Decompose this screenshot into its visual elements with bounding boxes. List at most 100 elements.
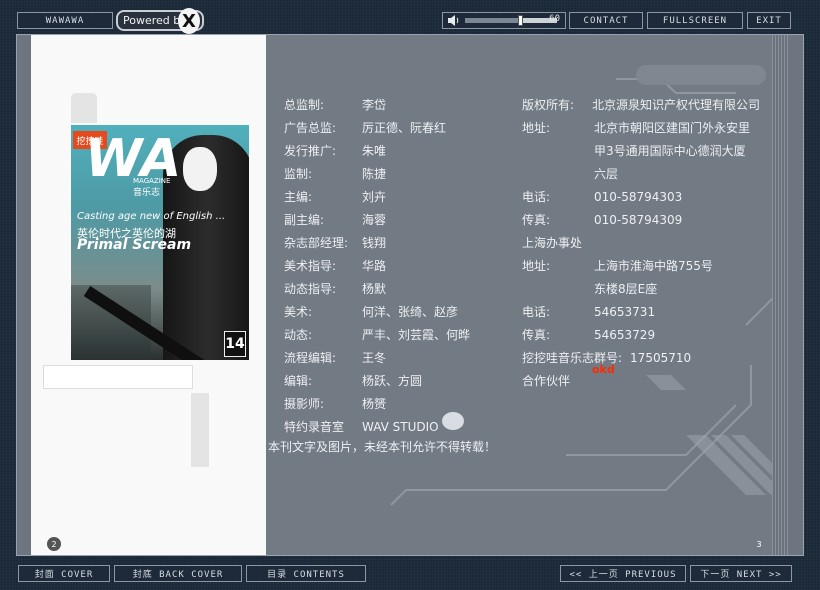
- contact-label: 传真:: [522, 213, 551, 227]
- contact-row: 甲3号通用国际中心德润大厦: [522, 140, 760, 163]
- credit-label: 特约录音室: [284, 420, 345, 434]
- contact-label: 地址:: [522, 259, 551, 273]
- credit-label: 主编:: [284, 190, 313, 204]
- credit-label: 美术:: [284, 305, 313, 319]
- credit-value: 朱唯: [362, 144, 387, 158]
- credit-value: 厉正德、阮春红: [362, 121, 447, 135]
- credit-label: 美术指导:: [284, 259, 337, 273]
- cover-cn-label: 音乐志: [133, 188, 161, 198]
- contact-row: 电话: 54653731: [522, 301, 760, 324]
- contact-row: 传真: 010-58794309: [522, 209, 760, 232]
- volume-slider-fill: [465, 18, 521, 23]
- contents-button[interactable]: 目录 CONTENTS: [246, 565, 366, 582]
- credit-row: 广告总监: 厉正德、阮春红: [284, 117, 470, 140]
- contact-value: 北京市朝阳区建国门外永安里: [594, 121, 751, 135]
- cover-line: Casting age new of English ...: [77, 211, 226, 222]
- cover-button[interactable]: 封面 COVER: [18, 565, 110, 582]
- contact-value: 甲3号通用国际中心德润大厦: [594, 144, 746, 158]
- volume-slider-knob[interactable]: [518, 15, 524, 26]
- contact-button[interactable]: CONTACT: [569, 12, 643, 29]
- contact-row: 地址: 上海市淮海中路755号: [522, 255, 760, 278]
- credit-value: 杨默: [362, 282, 387, 296]
- volume-control[interactable]: 60: [442, 12, 566, 29]
- contact-row: 东楼8层E座: [522, 278, 760, 301]
- credit-value: 华路: [362, 259, 387, 273]
- contact-row: 六层: [522, 163, 760, 186]
- cover-magazine-label: MAGAZINE: [133, 177, 171, 185]
- credit-label: 摄影师:: [284, 397, 325, 411]
- brand-button[interactable]: WAWAWA: [17, 12, 113, 29]
- credit-row: 发行推广: 朱唯: [284, 140, 470, 163]
- credit-row: 动态指导: 杨默: [284, 278, 470, 301]
- contact-label: 上海办事处: [522, 236, 583, 250]
- previous-button[interactable]: << 上一页 PREVIOUS: [560, 565, 686, 582]
- speaker-icon[interactable]: [447, 15, 461, 26]
- credit-value: 王冬: [362, 351, 387, 365]
- contact-value: 东楼8层E座: [594, 282, 658, 296]
- page-number: 3: [756, 539, 762, 549]
- cover-title: Primal Scream: [77, 237, 192, 253]
- credit-value: 陈捷: [362, 167, 387, 181]
- credit-value: 杨赟: [362, 397, 387, 411]
- contact-row: 电话: 010-58794303: [522, 186, 760, 209]
- powered-by-logo: Powered by X: [116, 8, 204, 34]
- credit-label: 发行推广:: [284, 144, 337, 158]
- volume-slider-track[interactable]: [465, 15, 557, 26]
- left-page: 挖挖哇 WA MAGAZINE 音乐志 Casting age new of E…: [31, 35, 266, 555]
- credit-row: 编辑: 杨跃、方圆: [284, 370, 470, 393]
- contact-label: 电话:: [522, 190, 551, 204]
- copyright-notice: 本刊文字及图片，未经本刊允许不得转载！: [268, 440, 497, 454]
- partner-logo[interactable]: okd: [592, 363, 648, 377]
- credit-label: 杂志部经理:: [284, 236, 349, 250]
- credit-value: 刘卉: [362, 190, 387, 204]
- credit-value: WAV STUDIO: [362, 420, 439, 434]
- credit-label: 总监制:: [284, 98, 325, 112]
- credit-label: 广告总监:: [284, 121, 337, 135]
- credit-label: 流程编辑:: [284, 351, 337, 365]
- credit-row: 杂志部经理: 钱翔: [284, 232, 470, 255]
- contact-row: 传真: 54653729: [522, 324, 760, 347]
- credit-value: 杨跃、方圆: [362, 374, 423, 388]
- credit-row: 主编: 刘卉: [284, 186, 470, 209]
- contact-value: 北京源泉知识产权代理有限公司: [592, 98, 761, 112]
- credit-value: 李岱: [362, 98, 387, 112]
- decorative-bar: [43, 365, 193, 389]
- contact-value: 54653731: [594, 305, 656, 319]
- back-cover-button[interactable]: 封底 BACK COVER: [114, 565, 242, 582]
- next-button[interactable]: 下一页 NEXT >>: [690, 565, 792, 582]
- contact-label: 地址:: [522, 121, 551, 135]
- fullscreen-button[interactable]: FULLSCREEN: [647, 12, 743, 29]
- contact-row: 地址: 北京市朝阳区建国门外永安里: [522, 117, 760, 140]
- page-number: 2: [47, 537, 61, 551]
- credit-value: 何洋、张绮、赵彦: [362, 305, 459, 319]
- studio-logo-icon: [442, 412, 464, 430]
- page-edge: [772, 35, 788, 555]
- contact-row: 版权所有: 北京源泉知识产权代理有限公司: [522, 94, 760, 117]
- contact-label: 合作伙伴: [522, 374, 571, 388]
- contact-value: 010-58794309: [594, 213, 683, 227]
- exit-button[interactable]: EXIT: [747, 12, 791, 29]
- credit-label: 副主编:: [284, 213, 325, 227]
- volume-value: 60: [549, 14, 560, 24]
- contact-value: 010-58794303: [594, 190, 683, 204]
- credit-row: 副主编: 海蓉: [284, 209, 470, 232]
- credit-label: 监制:: [284, 167, 313, 181]
- credit-row: 摄影师: 杨赟: [284, 393, 470, 416]
- credit-value: 钱翔: [362, 236, 387, 250]
- contact-label: 版权所有:: [522, 98, 575, 112]
- contact-value: 54653729: [594, 328, 656, 342]
- contact-label: 传真:: [522, 328, 551, 342]
- credit-label: 编辑:: [284, 374, 313, 388]
- credit-row: 监制: 陈捷: [284, 163, 470, 186]
- contact-value: 上海市淮海中路755号: [594, 259, 713, 273]
- contact-row: 上海办事处: [522, 232, 760, 255]
- decorative-bar: [191, 393, 209, 467]
- credit-label: 动态:: [284, 328, 313, 342]
- powered-x-mark: X: [178, 8, 200, 34]
- credit-row: 流程编辑: 王冬: [284, 347, 470, 370]
- credit-row: 动态: 严丰、刘芸霞、何晔: [284, 324, 470, 347]
- credit-row: 美术指导: 华路: [284, 255, 470, 278]
- magazine-cover[interactable]: 挖挖哇 WA MAGAZINE 音乐志 Casting age new of E…: [71, 125, 249, 360]
- cover-face: [183, 147, 217, 191]
- credits-list: 总监制: 李岱 广告总监: 厉正德、阮春红 发行推广: 朱唯 监制: 陈捷 主编: 刘卉 …: [284, 94, 470, 439]
